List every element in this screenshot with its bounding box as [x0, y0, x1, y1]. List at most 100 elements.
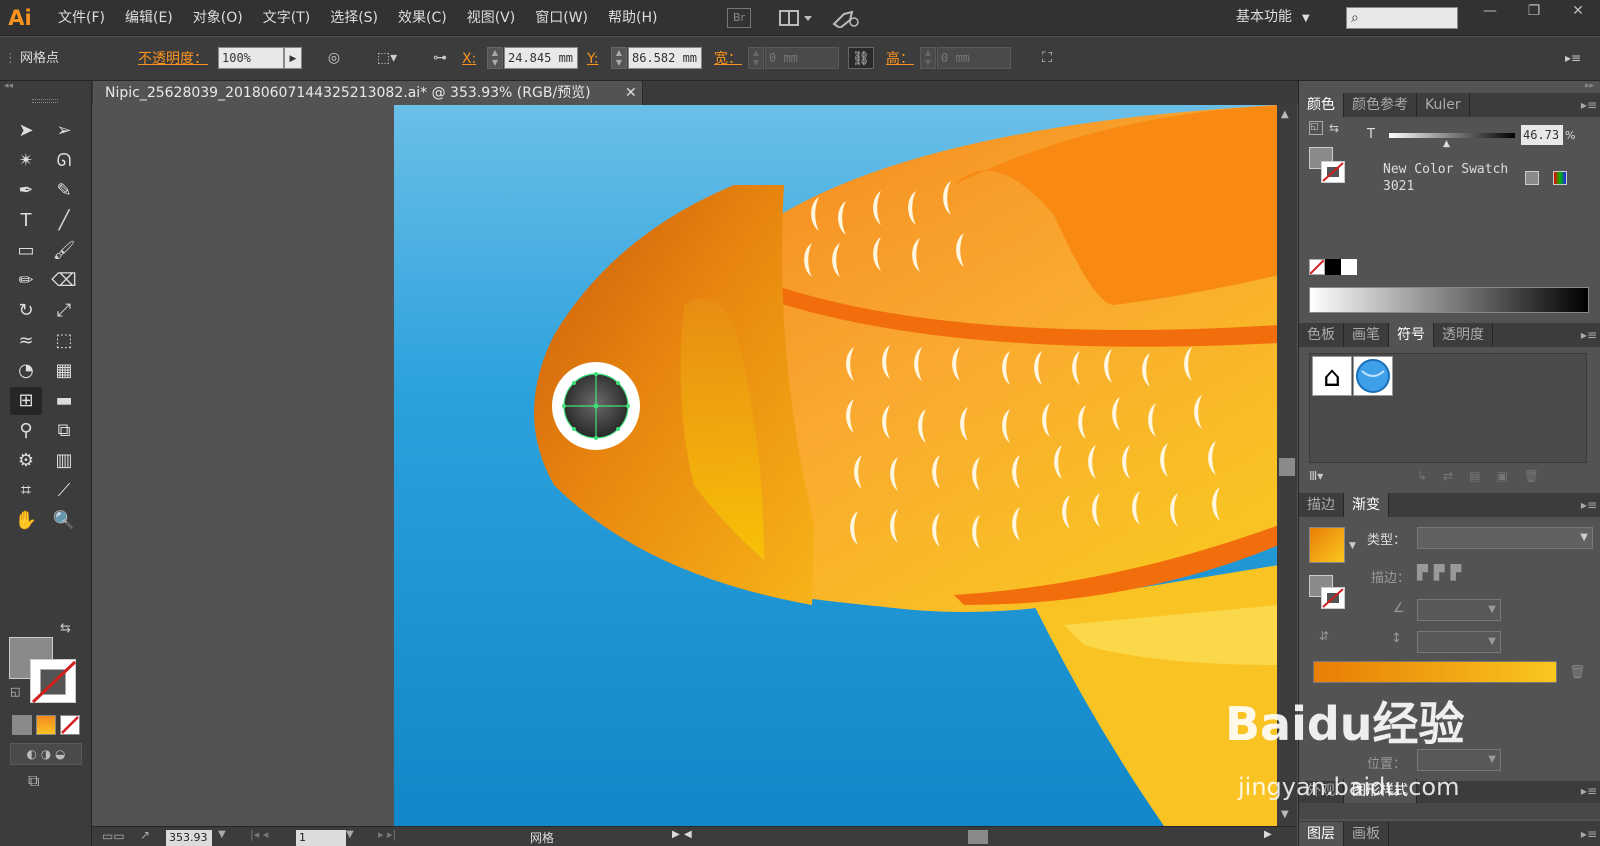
width-stepper[interactable]: ▲ ▼	[748, 47, 764, 69]
gray-swatch-icon[interactable]	[1525, 171, 1539, 185]
help-search-input[interactable]: ⌕	[1346, 7, 1458, 29]
panel-stroke-swatch[interactable]	[1321, 161, 1345, 183]
zoom-dropdown-icon[interactable]: ▼	[218, 829, 226, 840]
x-input[interactable]: 24.845 mm	[504, 47, 578, 69]
restore-button[interactable]: ❐	[1512, 0, 1556, 22]
constrain-proportions-button[interactable]: ⛓	[848, 47, 874, 69]
transform-button[interactable]: ⛶	[1034, 47, 1060, 69]
home-symbol[interactable]: ⌂	[1312, 356, 1352, 396]
tint-slider-thumb[interactable]: ▲	[1443, 139, 1450, 149]
eraser-tool[interactable]: ⌫	[48, 267, 80, 295]
document-tab[interactable]: Nipic_25628039_20180607144325213082.ai* …	[93, 81, 643, 105]
swap-colors-icon[interactable]: ⇆	[60, 621, 71, 636]
menu-view[interactable]: 视图(V)	[457, 0, 526, 36]
stroke-color-swatch[interactable]	[30, 659, 77, 704]
panel-menu-icon[interactable]: ▸≡	[1581, 93, 1597, 117]
menu-type[interactable]: 文字(T)	[253, 0, 320, 36]
opacity-input[interactable]: 100%	[218, 47, 284, 69]
mesh-tool[interactable]: ⊞	[10, 387, 42, 415]
gradient-slider[interactable]	[1313, 661, 1557, 683]
scroll-right-icon[interactable]: ▶	[1264, 829, 1272, 840]
symbol-library-icon[interactable]: Ⅲ▾	[1309, 469, 1323, 483]
panel-menu-icon[interactable]: ▸≡	[1581, 323, 1597, 347]
pen-tool[interactable]: ✒	[10, 177, 42, 205]
workspace-switcher[interactable]: 基本功能 ▼	[1236, 0, 1310, 36]
angle-select[interactable]: ▼	[1417, 599, 1501, 621]
gradient-mode-button[interactable]	[36, 715, 56, 735]
draw-mode-buttons[interactable]: ◐ ◑ ◒	[10, 743, 82, 765]
default-fill-stroke-icon[interactable]: ◱	[1309, 121, 1323, 135]
bridge-button[interactable]: Br	[727, 8, 751, 28]
default-colors-icon[interactable]: ◱	[10, 685, 20, 698]
type-tool[interactable]: T	[10, 207, 42, 235]
gradient-preset-dropdown-icon[interactable]: ▼	[1349, 541, 1356, 551]
tab-symbols[interactable]: 符号	[1389, 323, 1434, 347]
black-swatch[interactable]	[1325, 259, 1341, 275]
artboard-number-input[interactable]: 1	[296, 830, 346, 846]
gpu-performance-button[interactable]	[830, 8, 860, 30]
scroll-left-icon[interactable]: ◀	[684, 829, 692, 840]
lasso-tool[interactable]: ᘏ	[48, 147, 80, 175]
menu-effect[interactable]: 效果(C)	[388, 0, 457, 36]
share-icon[interactable]: ↗	[140, 828, 150, 842]
next-artboard-icon[interactable]: ▸ ▸|	[378, 828, 396, 841]
stroke-gradient-buttons[interactable]: ▛▛▛	[1417, 565, 1501, 587]
gradient-stroke-swatch[interactable]	[1321, 587, 1345, 609]
rgb-mode-icon[interactable]	[1553, 171, 1567, 185]
horizontal-scroll-thumb[interactable]	[968, 830, 988, 844]
tab-artboards[interactable]: 画板	[1344, 822, 1389, 846]
zoom-input[interactable]: 353.93	[166, 830, 212, 846]
height-input[interactable]: 0 mm	[937, 47, 1011, 69]
close-window-button[interactable]: ✕	[1556, 0, 1600, 22]
align-button[interactable]: ⊶	[428, 47, 452, 69]
vertical-scroll-thumb[interactable]	[1279, 458, 1295, 476]
symbol-actions[interactable]: ↳⇄▤▣🗑	[1417, 469, 1555, 483]
collapse-dock-icon[interactable]: ▸▸	[1585, 81, 1594, 91]
artboard-tool[interactable]: ⌗	[10, 477, 42, 505]
shape-builder-tool[interactable]: ◔	[10, 357, 42, 385]
delete-stop-icon[interactable]: 🗑	[1569, 665, 1586, 680]
line-tool[interactable]: ╱	[48, 207, 80, 235]
toolbox-grip[interactable]	[32, 99, 58, 103]
gradient-preview-swatch[interactable]	[1309, 527, 1345, 563]
recolor-artwork-button[interactable]: ◎	[322, 47, 346, 69]
tab-layers[interactable]: 图层	[1299, 822, 1344, 846]
y-stepper[interactable]: ▲ ▼	[611, 47, 627, 69]
height-stepper[interactable]: ▲ ▼	[920, 47, 936, 69]
none-mode-button[interactable]	[60, 715, 80, 735]
direct-selection-tool[interactable]: ➢	[48, 117, 80, 145]
perspective-grid-tool[interactable]: ▦	[48, 357, 80, 385]
scale-tool[interactable]: ⤢	[48, 297, 80, 325]
white-swatch[interactable]	[1341, 259, 1357, 275]
aspect-ratio-select[interactable]: ▼	[1417, 631, 1501, 653]
transform-reference-button[interactable]: ⬚▾	[372, 47, 402, 69]
gradient-tool[interactable]: ▬	[48, 387, 80, 415]
opacity-dropdown[interactable]: ▶	[284, 47, 302, 69]
width-tool[interactable]: ≈	[10, 327, 42, 355]
gradient-type-select[interactable]: ▼	[1417, 527, 1593, 549]
selection-tool[interactable]: ➤	[10, 117, 42, 145]
menu-edit[interactable]: 编辑(E)	[115, 0, 183, 36]
reverse-gradient-icon[interactable]: ⇵	[1319, 629, 1329, 643]
menu-help[interactable]: 帮助(H)	[598, 0, 667, 36]
menu-select[interactable]: 选择(S)	[320, 0, 388, 36]
panel-menu-icon[interactable]: ▸≡	[1581, 822, 1597, 846]
scroll-down-icon[interactable]: ▼	[1281, 809, 1289, 820]
hand-tool[interactable]: ✋	[10, 507, 42, 535]
paintbrush-tool[interactable]: 🖌	[48, 237, 80, 265]
control-bar-menu[interactable]: ▸≡	[1560, 47, 1586, 69]
panel-menu-icon[interactable]: ▸≡	[1581, 779, 1597, 803]
tint-slider[interactable]	[1389, 133, 1515, 138]
eyedropper-tool[interactable]: ⚲	[10, 417, 42, 445]
blend-tool[interactable]: ⧉	[48, 417, 80, 445]
screen-mode-button[interactable]: ⧉	[28, 771, 58, 791]
width-input[interactable]: 0 mm	[765, 47, 839, 69]
menu-object[interactable]: 对象(O)	[183, 0, 253, 36]
pencil-tool[interactable]: ✏	[10, 267, 42, 295]
color-spectrum-ramp[interactable]	[1309, 287, 1589, 313]
menu-window[interactable]: 窗口(W)	[525, 0, 598, 36]
artboard[interactable]	[394, 105, 1277, 826]
close-tab-button[interactable]: ✕	[625, 81, 637, 105]
tab-color-guide[interactable]: 颜色参考	[1344, 93, 1417, 117]
globe-symbol[interactable]	[1353, 356, 1393, 396]
